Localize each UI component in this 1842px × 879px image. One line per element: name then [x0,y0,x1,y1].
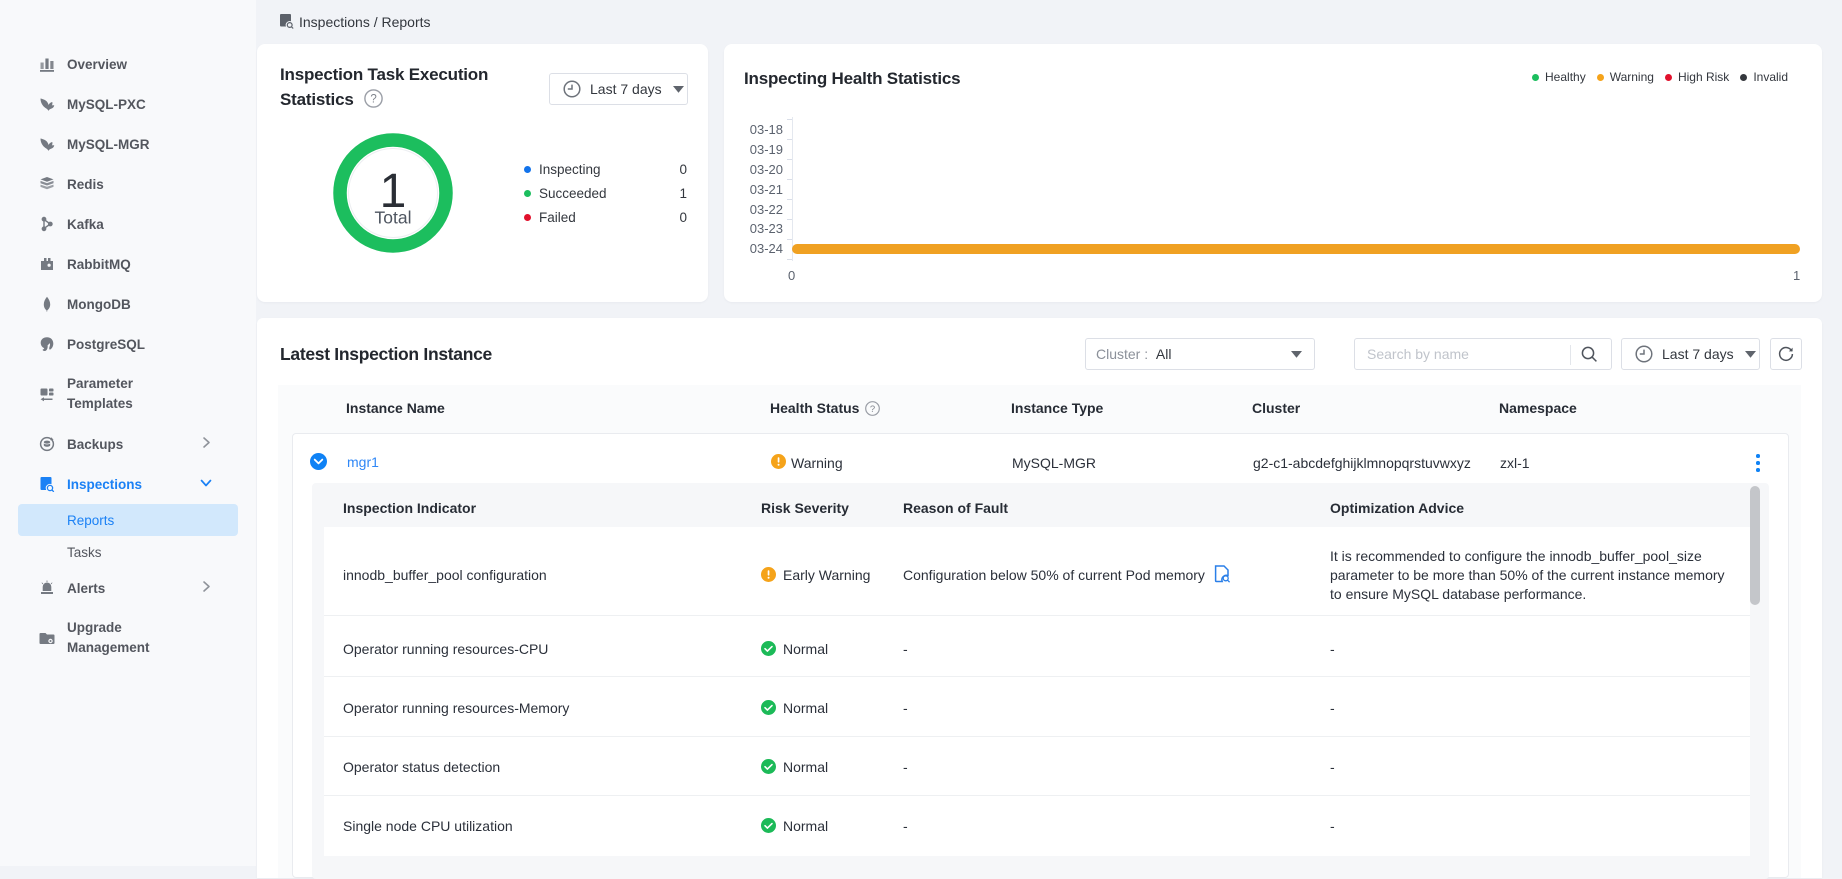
svg-text:Total: Total [375,208,412,228]
svg-text:?: ? [870,404,875,415]
svg-text:?: ? [371,93,377,105]
